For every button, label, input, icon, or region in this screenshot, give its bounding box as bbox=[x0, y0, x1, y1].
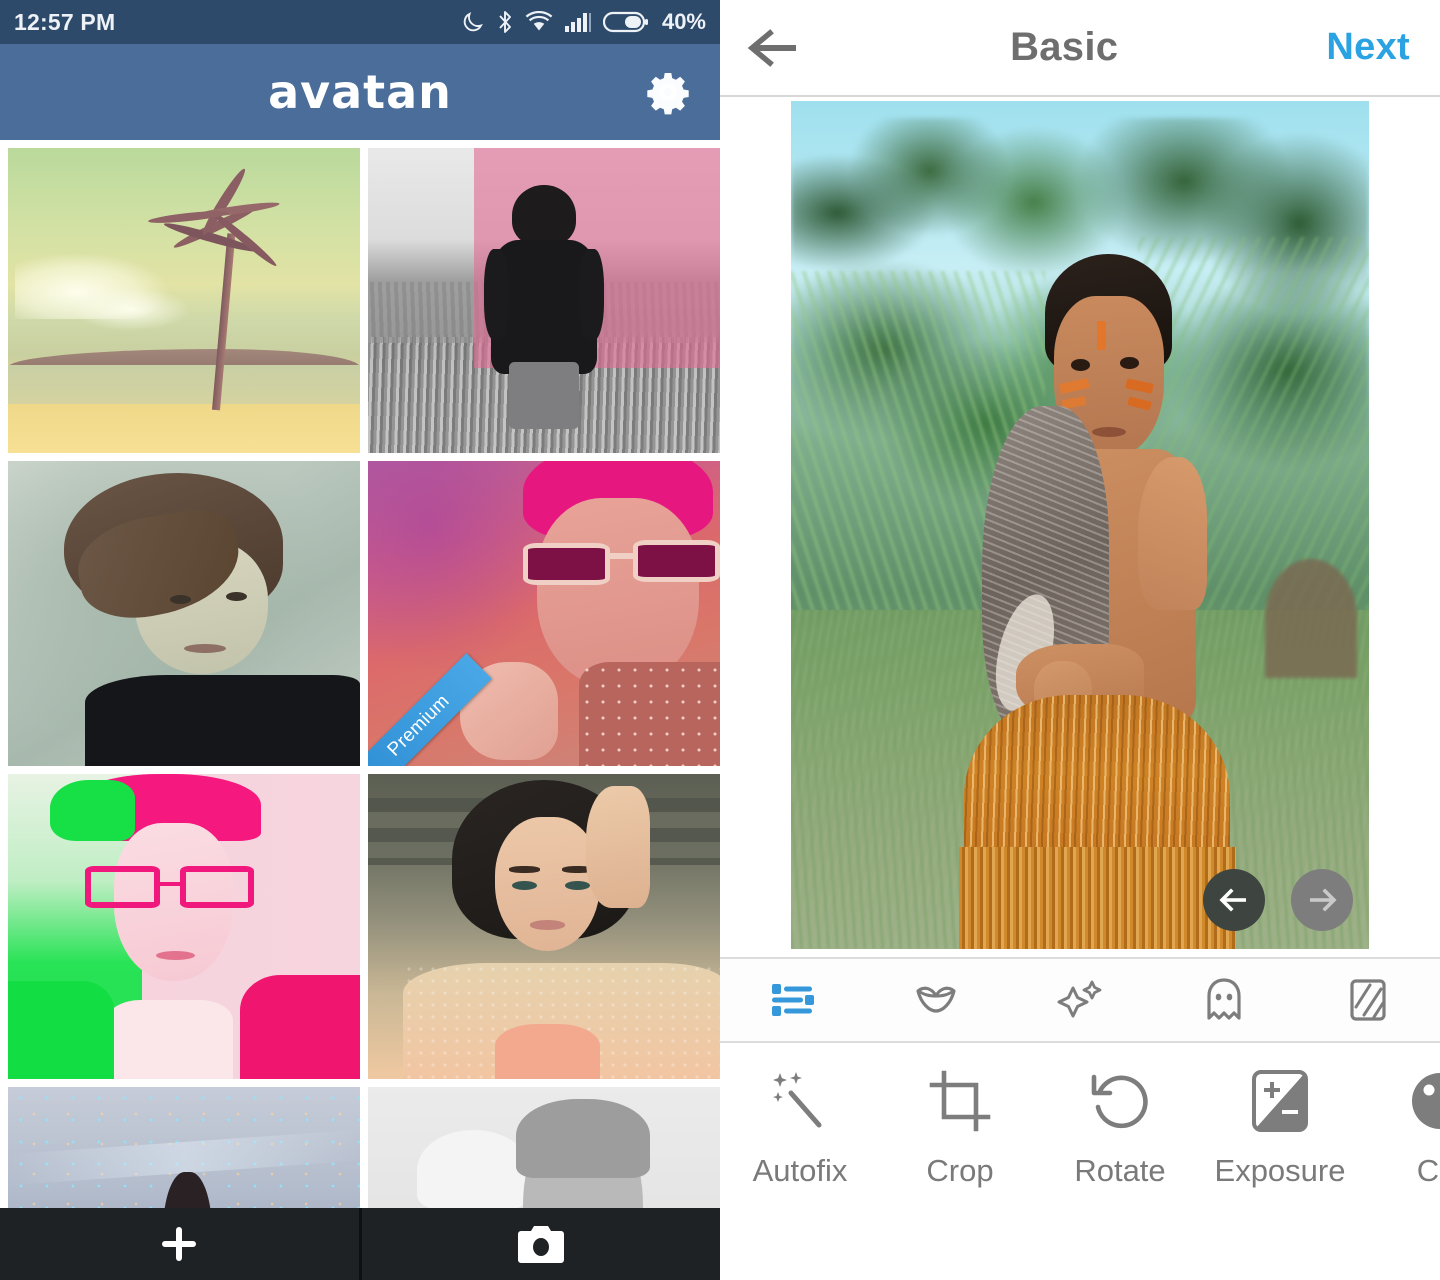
tool-icon-wrap bbox=[767, 1065, 833, 1137]
tool-icon-wrap bbox=[1088, 1065, 1152, 1137]
editor-canvas bbox=[720, 97, 1440, 957]
battery-percent-label: 40% bbox=[661, 9, 706, 34]
color-palette-icon bbox=[1412, 1073, 1440, 1129]
avatan-gallery-panel: 12:57 PM 40% avatan Premium bbox=[0, 0, 720, 1280]
gallery-thumb-green-pink-split[interactable] bbox=[8, 774, 360, 1079]
camera-icon bbox=[517, 1226, 564, 1263]
gallery-thumb-man-beach-pink[interactable] bbox=[368, 148, 720, 453]
magic-wand-icon bbox=[773, 1072, 822, 1128]
tool-label: Col bbox=[1416, 1153, 1440, 1188]
arrow-left-icon bbox=[747, 28, 796, 67]
tool-exposure[interactable]: Exposure bbox=[1200, 1065, 1360, 1189]
texture-frame-icon bbox=[1350, 979, 1386, 1021]
tool-icon-wrap bbox=[928, 1065, 992, 1137]
tool-label: Rotate bbox=[1074, 1153, 1166, 1188]
undo-redo-controls bbox=[1203, 869, 1353, 931]
page-title: Basic bbox=[1010, 25, 1119, 69]
gallery-thumb-couple-bw[interactable] bbox=[368, 1087, 720, 1208]
tab-retouch[interactable] bbox=[864, 959, 1008, 1041]
tool-label: Crop bbox=[926, 1153, 994, 1188]
bluetooth-icon bbox=[499, 11, 511, 33]
tool-color[interactable]: Col bbox=[1360, 1065, 1440, 1189]
arrow-left-icon bbox=[1219, 888, 1246, 912]
lips-icon bbox=[916, 986, 956, 1013]
app-title: avatan bbox=[268, 65, 452, 119]
back-button[interactable] bbox=[746, 20, 802, 76]
tool-crop[interactable]: Crop bbox=[880, 1065, 1040, 1189]
next-button[interactable]: Next bbox=[1326, 26, 1414, 69]
status-bar: 12:57 PM 40% bbox=[0, 0, 720, 44]
photo-gallery-grid[interactable]: Premium bbox=[0, 140, 720, 1208]
tab-stickers[interactable] bbox=[1152, 959, 1296, 1041]
gallery-thumb-girl-warm[interactable] bbox=[368, 774, 720, 1079]
tool-rotate[interactable]: Rotate bbox=[1040, 1065, 1200, 1189]
gallery-thumb-sunglasses-premium[interactable]: Premium bbox=[368, 461, 720, 766]
tab-adjust[interactable] bbox=[720, 959, 864, 1041]
gallery-bottom-bar bbox=[0, 1208, 720, 1280]
moon-icon bbox=[463, 12, 483, 32]
add-photo-button[interactable] bbox=[0, 1208, 359, 1280]
gallery-thumb-boy-teal[interactable] bbox=[8, 461, 360, 766]
edited-photo[interactable] bbox=[791, 101, 1369, 949]
rotate-ccw-icon bbox=[1091, 1074, 1148, 1129]
tool-autofix[interactable]: Autofix bbox=[720, 1065, 880, 1189]
tab-textures[interactable] bbox=[1296, 959, 1440, 1041]
photo-editor-panel: Basic Next Autofix Crop Rotate Exposure … bbox=[720, 0, 1440, 1280]
editor-tool-strip[interactable]: Autofix Crop Rotate Exposure C bbox=[720, 1043, 1440, 1211]
battery-icon bbox=[602, 11, 648, 33]
app-bar: avatan bbox=[0, 44, 720, 140]
gear-icon bbox=[647, 73, 689, 115]
sliders-icon bbox=[772, 984, 814, 1016]
editor-header: Basic Next bbox=[720, 0, 1440, 97]
split-screen-app-screenshot: 12:57 PM 40% avatan Premium Basic Next A… bbox=[0, 0, 1440, 1280]
settings-button[interactable] bbox=[642, 66, 694, 118]
exposure-icon bbox=[1252, 1070, 1308, 1132]
status-icon-tray: 40% bbox=[461, 9, 706, 35]
tool-icon-wrap bbox=[1408, 1065, 1440, 1137]
plus-icon bbox=[162, 1227, 197, 1261]
ghost-icon bbox=[1207, 978, 1241, 1020]
gallery-thumb-beach-palm[interactable] bbox=[8, 148, 360, 453]
camera-button[interactable] bbox=[362, 1208, 721, 1280]
gallery-thumb-night-sky[interactable] bbox=[8, 1087, 360, 1208]
tool-label: Autofix bbox=[752, 1153, 848, 1188]
tool-icon-wrap bbox=[1251, 1065, 1309, 1137]
status-time: 12:57 PM bbox=[14, 8, 116, 35]
crop-icon bbox=[929, 1070, 991, 1132]
wifi-icon bbox=[525, 11, 553, 31]
redo-button[interactable] bbox=[1291, 869, 1353, 931]
sparkle-stars-icon bbox=[1057, 980, 1102, 1018]
arrow-right-icon bbox=[1310, 888, 1337, 912]
cell-signal-icon bbox=[564, 13, 591, 32]
undo-button[interactable] bbox=[1203, 869, 1265, 931]
tool-label: Exposure bbox=[1214, 1153, 1346, 1188]
tab-effects[interactable] bbox=[1008, 959, 1152, 1041]
editor-tab-row[interactable] bbox=[720, 957, 1440, 1043]
